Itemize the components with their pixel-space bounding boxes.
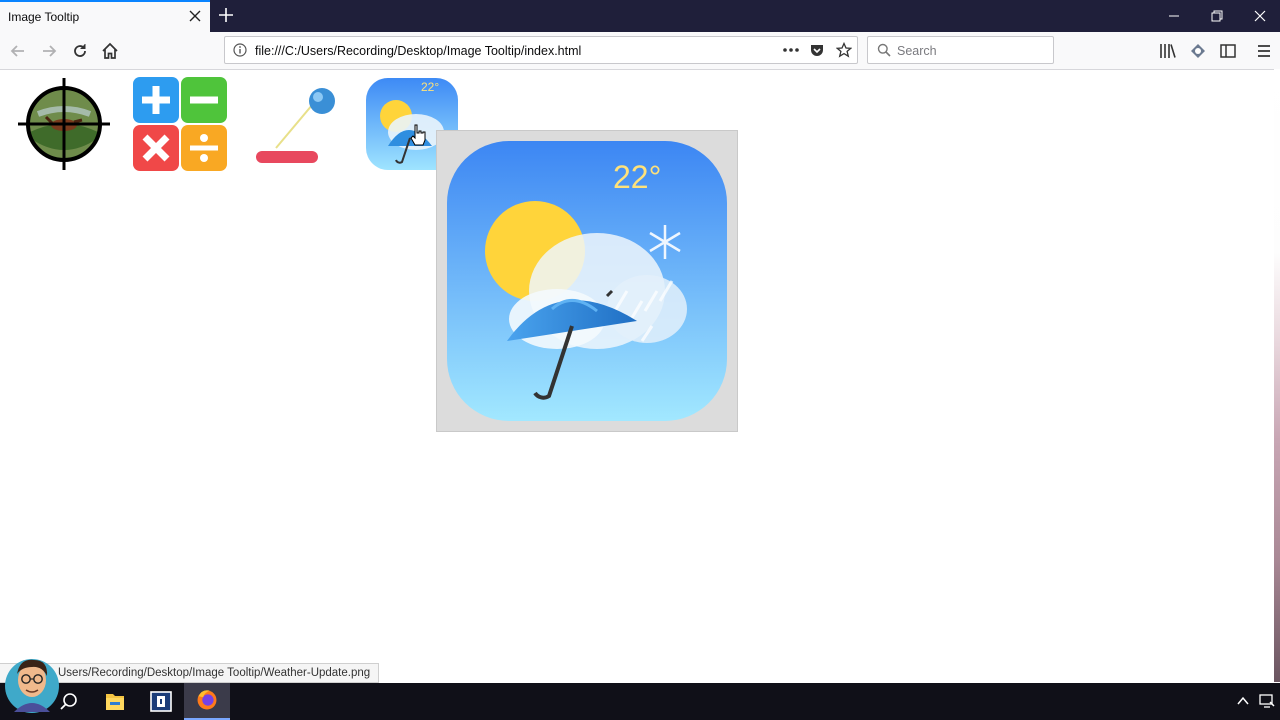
search-bar[interactable]: Search [867, 36, 1054, 64]
home-icon[interactable] [100, 41, 120, 61]
avatar [5, 659, 59, 713]
firefox-icon[interactable] [184, 683, 230, 720]
close-tab-icon[interactable] [188, 9, 202, 23]
hand-cursor-icon [410, 124, 426, 146]
browser-tab[interactable]: Image Tooltip [0, 0, 210, 32]
info-icon[interactable] [233, 43, 247, 57]
weather-image-large [447, 141, 727, 421]
minimize-icon[interactable] [1166, 8, 1182, 24]
sidebar-icon[interactable] [1218, 41, 1238, 61]
url-bar[interactable]: file:///C:/Users/Recording/Desktop/Image… [224, 36, 858, 64]
library-icon[interactable] [1158, 41, 1178, 61]
back-icon[interactable] [8, 41, 28, 61]
network-icon[interactable] [1258, 693, 1276, 709]
extension-icon[interactable] [1188, 41, 1208, 61]
desktop-background-edge [1274, 69, 1280, 682]
pinball-paddle-icon[interactable] [250, 76, 346, 172]
page-actions-icon[interactable] [782, 44, 800, 56]
bookmark-star-icon[interactable] [836, 42, 852, 58]
forward-icon[interactable] [39, 41, 59, 61]
windows-taskbar [0, 683, 1280, 720]
title-bar: Image Tooltip [0, 0, 1280, 32]
thumbnail-temperature: 22° [421, 80, 440, 94]
new-tab-icon[interactable] [218, 7, 234, 23]
url-text[interactable]: file:///C:/Users/Recording/Desktop/Image… [255, 44, 581, 58]
tab-title: Image Tooltip [8, 10, 80, 24]
file-explorer-icon[interactable] [92, 683, 138, 720]
calculator-icon[interactable] [132, 76, 228, 172]
search-icon [877, 43, 891, 57]
duck-hunt-icon[interactable] [16, 76, 112, 172]
close-window-icon[interactable] [1252, 8, 1268, 24]
chevron-up-icon[interactable] [1236, 694, 1250, 708]
reload-icon[interactable] [70, 41, 90, 61]
tooltip-temperature: 22° [613, 159, 662, 195]
pocket-icon[interactable] [809, 42, 825, 58]
status-link-text: Users/Recording/Desktop/Image Tooltip/We… [58, 667, 371, 679]
image-tooltip: 22° [436, 130, 738, 432]
search-placeholder: Search [897, 44, 937, 58]
restore-icon[interactable] [1209, 8, 1225, 24]
app-window-icon[interactable] [138, 683, 184, 720]
menu-icon[interactable] [1254, 41, 1274, 61]
navigation-toolbar: file:///C:/Users/Recording/Desktop/Image… [0, 32, 1280, 70]
